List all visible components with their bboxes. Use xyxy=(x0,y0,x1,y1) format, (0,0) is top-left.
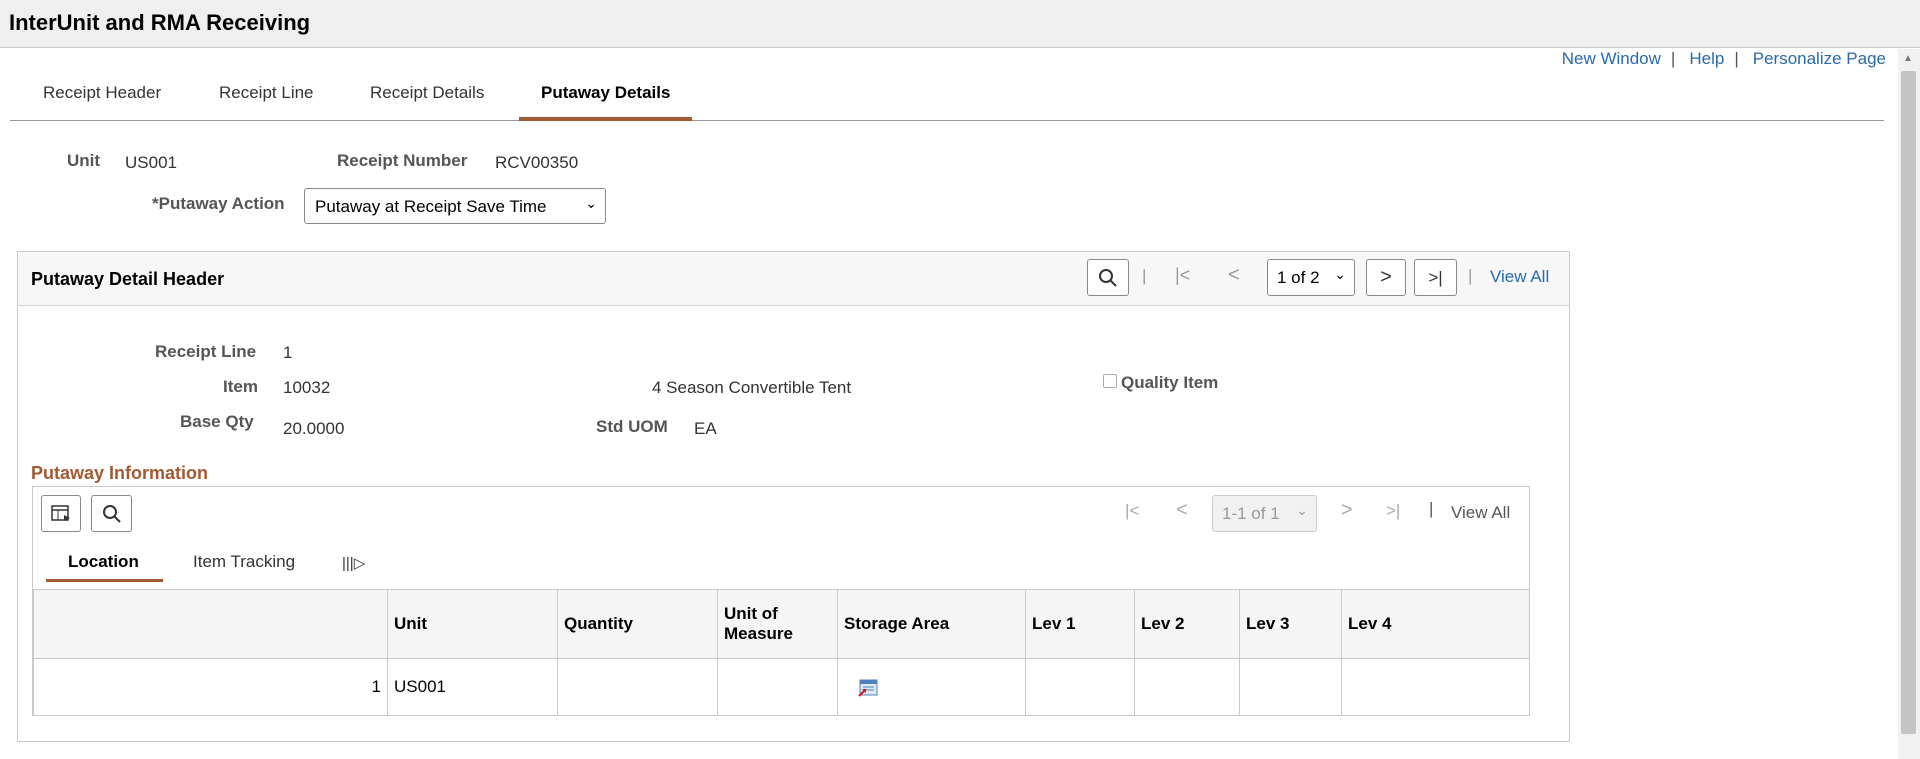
scroll-up-icon[interactable]: ▲ xyxy=(1903,53,1913,64)
page-title: InterUnit and RMA Receiving xyxy=(9,10,311,35)
column-header-lev1: Lev 1 xyxy=(1025,589,1135,659)
first-page-icon[interactable]: |< xyxy=(1175,265,1190,286)
base-qty-value: 20.0000 xyxy=(283,419,345,438)
column-header-lev4: Lev 4 xyxy=(1341,589,1530,659)
column-header-unit: Unit xyxy=(387,589,558,659)
grid-pager-value: 1-1 of 1 xyxy=(1222,504,1280,523)
column-header-quantity: Quantity xyxy=(557,589,718,659)
putaway-information-title: Putaway Information xyxy=(31,463,209,483)
search-icon xyxy=(102,504,121,523)
next-icon[interactable]: > xyxy=(1341,499,1353,522)
top-links: New Window | Help | Personalize Page xyxy=(1562,49,1886,69)
unit-value: US001 xyxy=(125,153,177,172)
grid-settings-icon xyxy=(51,504,70,521)
unit-label: Unit xyxy=(67,151,101,170)
first-page-icon[interactable]: |< xyxy=(1125,501,1139,521)
help-link[interactable]: Help xyxy=(1689,49,1724,69)
last-page-button[interactable]: >| xyxy=(1414,259,1457,296)
row-number: 1 xyxy=(33,658,388,716)
base-qty-label: Base Qty xyxy=(180,412,254,431)
title-bar: InterUnit and RMA Receiving xyxy=(0,0,1920,48)
receipt-line-value: 1 xyxy=(283,343,293,362)
header-pager-select[interactable]: 1 of 2 ⌄ xyxy=(1267,259,1355,296)
view-all-link[interactable]: View All xyxy=(1490,267,1549,287)
view-all-link[interactable]: View All xyxy=(1451,503,1510,523)
tab-receipt-details[interactable]: Receipt Details xyxy=(370,83,484,117)
panel-title: Putaway Detail Header xyxy=(31,269,225,289)
search-icon xyxy=(1099,268,1117,287)
header-pager-value: 1 of 2 xyxy=(1277,268,1320,287)
column-header-lev2: Lev 2 xyxy=(1134,589,1240,659)
link-separator: | xyxy=(1670,49,1676,68)
receipt-number-label: Receipt Number xyxy=(337,151,468,170)
vertical-scrollbar[interactable]: ▲ xyxy=(1898,49,1920,759)
nav-separator: | xyxy=(1142,266,1147,285)
last-page-icon[interactable]: >| xyxy=(1386,501,1400,521)
search-button[interactable] xyxy=(1087,259,1129,296)
nav-separator: | xyxy=(1468,266,1473,285)
std-uom-value: EA xyxy=(694,419,717,438)
next-button[interactable]: > xyxy=(1366,259,1406,296)
putaway-action-value: Putaway at Receipt Save Time xyxy=(315,197,547,216)
receipt-line-label: Receipt Line xyxy=(155,342,257,361)
tab-receipt-header[interactable]: Receipt Header xyxy=(43,83,161,117)
item-value: 10032 xyxy=(283,378,331,397)
grid-personalize-button[interactable] xyxy=(41,495,81,532)
previous-icon[interactable]: < xyxy=(1176,499,1188,522)
personalize-page-link[interactable]: Personalize Page xyxy=(1753,49,1886,69)
row-quantity[interactable] xyxy=(557,658,718,716)
row-unit-of-measure[interactable] xyxy=(717,658,838,716)
row-storage-area[interactable] xyxy=(837,658,1026,716)
column-header-unit-of-measure: Unit of Measure xyxy=(717,589,838,659)
show-all-columns-icon[interactable]: |||▷ xyxy=(342,554,365,572)
putaway-table: Unit Quantity Unit of Measure Storage Ar… xyxy=(33,589,1530,716)
column-header-lev3: Lev 3 xyxy=(1239,589,1342,659)
last-page-icon: >| xyxy=(1428,267,1443,287)
grid-pager-select[interactable]: 1-1 of 1 ⌄ xyxy=(1212,495,1317,532)
item-label: Item xyxy=(223,377,258,396)
row-lev2 xyxy=(1134,658,1240,716)
scrollbar-thumb[interactable] xyxy=(1901,71,1916,734)
next-icon: > xyxy=(1380,266,1392,288)
previous-icon[interactable]: < xyxy=(1228,264,1240,287)
row-unit: US001 xyxy=(387,658,558,716)
grid-search-button[interactable] xyxy=(91,495,132,532)
table-header-row: Unit Quantity Unit of Measure Storage Ar… xyxy=(33,589,1530,659)
tab-putaway-details[interactable]: Putaway Details xyxy=(518,83,693,121)
quality-item-label: Quality Item xyxy=(1121,373,1219,392)
std-uom-label: Std UOM xyxy=(596,417,668,436)
column-header-storage-area: Storage Area xyxy=(837,589,1026,659)
putaway-action-label: *Putaway Action xyxy=(152,194,285,213)
row-lev4 xyxy=(1341,658,1530,716)
nav-separator: | xyxy=(1429,499,1434,518)
receipt-number-value: RCV00350 xyxy=(495,153,579,172)
putaway-action-select[interactable]: Putaway at Receipt Save Time ⌄ xyxy=(304,188,606,224)
row-lev3 xyxy=(1239,658,1342,716)
chevron-down-icon: ⌄ xyxy=(1334,266,1346,282)
column-header-row-number xyxy=(33,589,388,659)
subtab-location[interactable]: Location xyxy=(46,552,163,582)
item-description: 4 Season Convertible Tent xyxy=(652,378,852,397)
new-window-link[interactable]: New Window xyxy=(1562,49,1661,69)
tab-receipt-line[interactable]: Receipt Line xyxy=(219,83,314,117)
table-row: 1 US001 xyxy=(33,658,1530,716)
putaway-information-grid: |< < 1-1 of 1 ⌄ > >| | View All Location… xyxy=(32,486,1530,716)
quality-item-checkbox[interactable] xyxy=(1103,374,1117,388)
storage-area-lookup-icon[interactable] xyxy=(858,679,878,697)
subtab-item-tracking[interactable]: Item Tracking xyxy=(193,552,295,572)
row-lev1 xyxy=(1025,658,1135,716)
panel-header: Putaway Detail Header | |< < 1 of 2 ⌄ > … xyxy=(18,252,1569,306)
chevron-down-icon: ⌄ xyxy=(585,195,597,211)
page-tabs: Receipt Header Receipt Line Receipt Deta… xyxy=(10,80,1884,121)
link-separator: | xyxy=(1734,49,1739,68)
chevron-down-icon: ⌄ xyxy=(1296,502,1308,518)
